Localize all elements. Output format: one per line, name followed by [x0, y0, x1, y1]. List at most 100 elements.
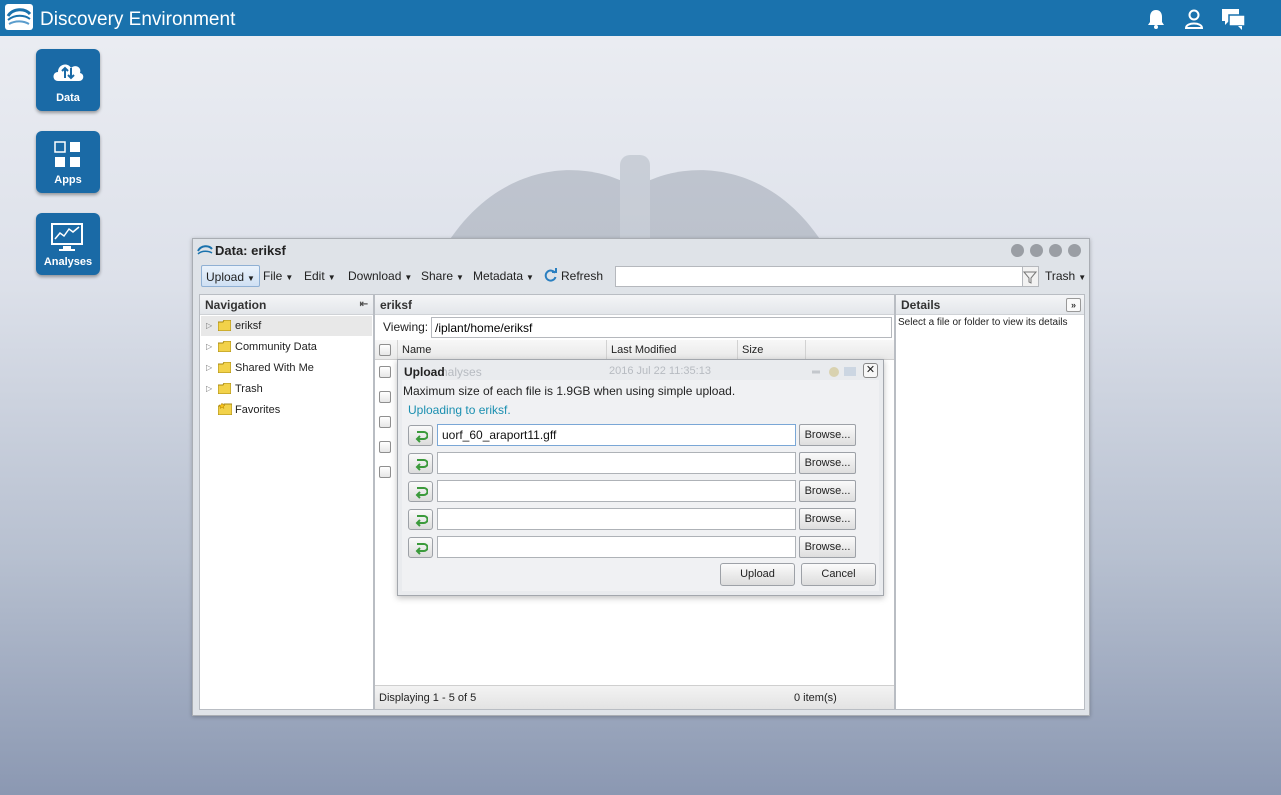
expand-arrow-icon[interactable]: ▷	[206, 379, 212, 399]
edit-menu-button[interactable]: Edit ▼	[300, 265, 340, 287]
ghost-row-name: nalyses	[441, 365, 482, 379]
file-input-1[interactable]	[437, 424, 796, 446]
nav-item-trash[interactable]: ▷ Trash	[206, 379, 371, 399]
apps-launcher-button[interactable]: Apps	[36, 131, 100, 193]
browse-button-3[interactable]: Browse...	[799, 480, 856, 502]
nav-item-community-data[interactable]: ▷ Community Data	[206, 337, 371, 357]
trash-menu-button[interactable]: Trash ▼	[1041, 265, 1090, 287]
row-checkbox[interactable]	[379, 366, 391, 378]
app-title: Discovery Environment	[40, 9, 236, 30]
details-title: Details	[901, 298, 941, 312]
close-icon[interactable]: ✕	[863, 363, 878, 378]
search-input[interactable]	[615, 266, 1023, 287]
window-title-bar[interactable]: Data: eriksf	[193, 239, 1089, 262]
expand-arrow-icon[interactable]: ▷	[206, 337, 212, 357]
row-checkbox[interactable]	[379, 466, 391, 478]
window-close-icon[interactable]	[1068, 244, 1081, 257]
expand-right-icon[interactable]: »	[1066, 298, 1081, 312]
ghost-row-date: 2016 Jul 22 11:35:13	[609, 365, 711, 377]
logo-icon[interactable]	[5, 4, 33, 30]
refresh-button[interactable]: Refresh	[539, 265, 607, 287]
reset-file-button[interactable]	[408, 481, 433, 502]
browse-button-2[interactable]: Browse...	[799, 452, 856, 474]
analyses-launcher-button[interactable]: Analyses	[36, 213, 100, 275]
browse-button-4[interactable]: Browse...	[799, 508, 856, 530]
reset-file-button[interactable]	[408, 425, 433, 446]
upload-dialog-body: Maximum size of each file is 1.9GB when …	[402, 380, 879, 591]
reset-file-button[interactable]	[408, 509, 433, 530]
viewing-path-input[interactable]	[431, 317, 892, 338]
refresh-label: Refresh	[561, 269, 604, 283]
upload-destination: Uploading to eriksf.	[408, 403, 511, 417]
collapse-left-icon[interactable]: ⇤	[360, 295, 368, 315]
bell-icon[interactable]	[1145, 8, 1167, 30]
selected-count: 0 item(s)	[794, 692, 837, 704]
nav-item-favorites[interactable]: Favorites	[206, 400, 371, 420]
top-bar: Discovery Environment	[0, 0, 1281, 36]
row-checkbox[interactable]	[379, 416, 391, 428]
refresh-icon	[544, 268, 557, 282]
cancel-button[interactable]: Cancel	[801, 563, 876, 586]
apps-launcher-label: Apps	[54, 174, 82, 186]
favorites-folder-icon	[218, 403, 232, 415]
browse-button-1[interactable]: Browse...	[799, 424, 856, 446]
file-input-4[interactable]	[437, 508, 796, 530]
reset-file-button[interactable]	[408, 453, 433, 474]
filter-icon[interactable]	[1022, 266, 1039, 287]
paging-text: Displaying 1 - 5 of 5	[379, 692, 477, 704]
row-checkbox[interactable]	[379, 441, 391, 453]
metadata-menu-label: Metadata	[473, 269, 524, 283]
cloud-upload-download-icon	[53, 64, 84, 81]
column-last-modified[interactable]: Last Modified	[606, 340, 737, 360]
file-input-3[interactable]	[437, 480, 796, 502]
upload-size-message: Maximum size of each file is 1.9GB when …	[403, 384, 736, 398]
download-menu-button[interactable]: Download ▼	[344, 265, 416, 287]
data-launcher-label: Data	[56, 92, 80, 104]
window-logo-icon	[197, 245, 213, 255]
folder-icon	[218, 383, 231, 394]
file-menu-button[interactable]: File ▼	[259, 265, 297, 287]
expand-arrow-icon[interactable]: ▷	[206, 316, 212, 336]
file-input-5[interactable]	[437, 536, 796, 558]
folder-icon	[218, 341, 231, 352]
ghost-row-icons	[812, 367, 856, 377]
folder-icon	[218, 362, 231, 373]
chevron-down-icon: ▼	[456, 273, 464, 282]
column-extra	[805, 340, 894, 360]
trash-menu-label: Trash	[1045, 269, 1076, 283]
expand-arrow-icon[interactable]: ▷	[206, 358, 212, 378]
user-icon[interactable]	[1183, 8, 1205, 30]
select-all-checkbox[interactable]	[379, 344, 391, 356]
edit-menu-label: Edit	[304, 269, 325, 283]
viewing-bar: Viewing:	[375, 316, 894, 338]
chat-icon[interactable]	[1221, 8, 1247, 30]
share-menu-button[interactable]: Share ▼	[417, 265, 468, 287]
metadata-menu-button[interactable]: Metadata ▼	[469, 265, 538, 287]
reset-arrow-icon	[415, 543, 428, 555]
navigation-panel: Navigation ⇤ ▷ eriksf ▷ Community Data ▷…	[199, 294, 374, 710]
chevron-down-icon: ▼	[526, 273, 534, 282]
window-maximize-icon[interactable]	[1049, 244, 1062, 257]
upload-dialog-title: Upload	[404, 365, 445, 379]
row-checkbox[interactable]	[379, 391, 391, 403]
data-launcher-button[interactable]: Data	[36, 49, 100, 111]
download-menu-label: Download	[348, 269, 402, 283]
nav-item-eriksf[interactable]: ▷ eriksf	[206, 316, 371, 336]
chevron-down-icon: ▼	[1078, 273, 1087, 282]
window-minimize-icon[interactable]	[1030, 244, 1043, 257]
upload-button[interactable]: Upload	[720, 563, 795, 586]
browse-button-5[interactable]: Browse...	[799, 536, 856, 558]
file-input-2[interactable]	[437, 452, 796, 474]
upload-menu-button[interactable]: Upload ▼	[201, 265, 260, 287]
file-menu-label: File	[263, 269, 283, 283]
upload-dialog: nalyses 2016 Jul 22 11:35:13 Upload ✕ Ma…	[397, 359, 884, 596]
nav-item-shared-with-me[interactable]: ▷ Shared With Me	[206, 358, 371, 378]
reset-file-button[interactable]	[408, 537, 433, 558]
upload-menu-label: Upload	[206, 270, 245, 284]
column-size[interactable]: Size	[737, 340, 805, 360]
grid-footer: Displaying 1 - 5 of 5 0 item(s)	[375, 685, 894, 709]
window-layout-icon[interactable]	[1011, 244, 1024, 257]
column-name[interactable]: Name	[397, 340, 606, 360]
nav-item-label: Community Data	[235, 341, 317, 353]
share-menu-label: Share	[421, 269, 454, 283]
